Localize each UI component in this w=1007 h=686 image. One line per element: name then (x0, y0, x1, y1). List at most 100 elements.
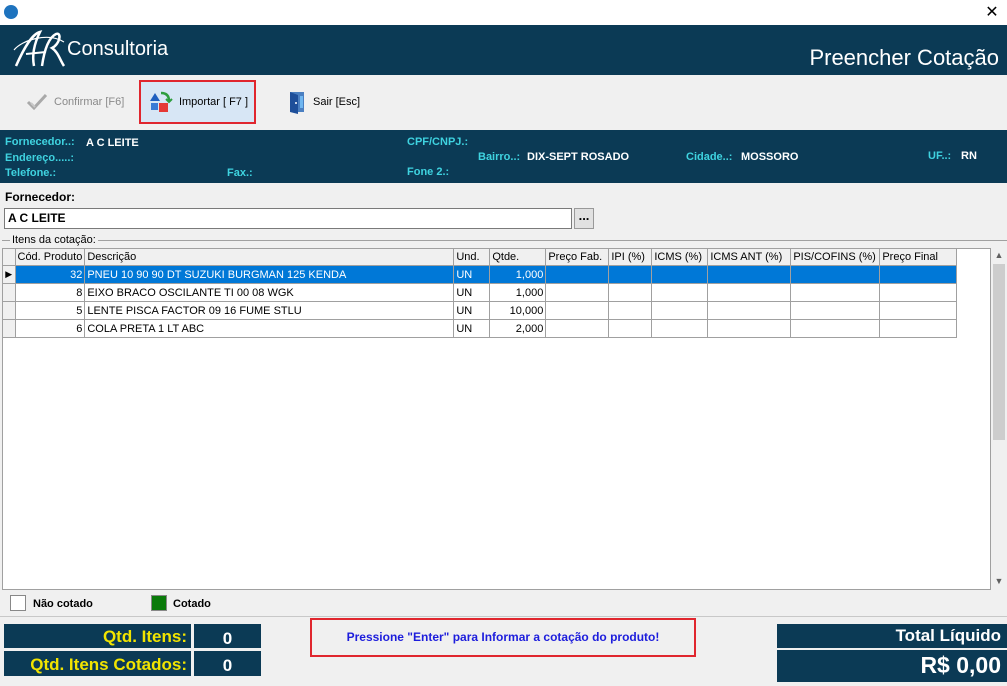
column-header[interactable]: PIS/COFINS (%) (790, 249, 881, 266)
cell-qtde[interactable]: 10,000 (489, 301, 547, 320)
cpf-cnpj-label: CPF/CNPJ.: (407, 136, 469, 148)
column-header[interactable]: Descrição (84, 249, 455, 266)
column-header[interactable]: Preço Fab. (545, 249, 610, 266)
cell-icms[interactable] (651, 283, 709, 302)
scroll-down-icon[interactable]: ▼ (991, 576, 1007, 586)
current-row-arrow-icon: ▶ (3, 265, 16, 284)
grid-header-row: Cód. Produto Descrição Und. Qtde. Preço … (3, 249, 958, 266)
indicator-column-header (3, 249, 16, 266)
cell-und[interactable]: UN (453, 319, 491, 338)
cell-icms-ant[interactable] (707, 265, 792, 284)
cell-preco-fab[interactable] (545, 319, 610, 338)
items-grid[interactable]: Cód. Produto Descrição Und. Qtde. Preço … (2, 248, 991, 590)
cell-pis-cofins[interactable] (790, 301, 881, 320)
confirm-button[interactable]: Confirmar [F6] (26, 83, 124, 121)
qtd-cotados-label: Qtd. Itens Cotados: (30, 655, 187, 674)
footer-divider (0, 616, 1007, 617)
cell-icms[interactable] (651, 265, 709, 284)
cell-und[interactable]: UN (453, 265, 491, 284)
column-header[interactable]: IPI (%) (608, 249, 653, 266)
column-header[interactable]: Und. (453, 249, 491, 266)
cell-codigo[interactable]: 32 (15, 265, 86, 284)
logo-icon (13, 30, 66, 67)
scrollbar-thumb[interactable] (993, 264, 1005, 440)
cell-preco-final[interactable] (879, 265, 958, 284)
items-group-label: Itens da cotação: (10, 234, 98, 246)
cell-preco-fab[interactable] (545, 265, 610, 284)
column-header[interactable]: ICMS ANT (%) (707, 249, 792, 266)
cell-icms-ant[interactable] (707, 301, 792, 320)
bairro-value: DIX-SEPT ROSADO (527, 151, 630, 163)
toolbar: Confirmar [F6] Importar [ F7 ] Sair [Esc… (0, 75, 1007, 130)
supplier-info-panel: Fornecedor..: A C LEITE CPF/CNPJ.: Ender… (0, 130, 1007, 183)
enter-hint-message: Pressione "Enter" para Informar a cotaçã… (310, 618, 696, 657)
endereco-label: Endereço.....: (5, 152, 75, 164)
cell-preco-final[interactable] (879, 319, 958, 338)
import-button[interactable]: Importar [ F7 ] (139, 80, 256, 124)
cell-preco-final[interactable] (879, 283, 958, 302)
qtd-cotados-value: 0 (222, 656, 233, 675)
column-header[interactable]: Qtde. (489, 249, 547, 266)
cidade-label: Cidade..: (686, 151, 733, 163)
qtd-itens-value: 0 (222, 629, 233, 648)
cell-preco-fab[interactable] (545, 283, 610, 302)
qtd-itens-label: Qtd. Itens: (102, 627, 187, 646)
row-indicator (3, 319, 16, 338)
fornecedor-info-value: A C LEITE (86, 137, 139, 149)
table-row[interactable]: ▶ 32 PNEU 10 90 90 DT SUZUKI BURGMAN 125… (3, 265, 958, 284)
cell-ipi[interactable] (608, 283, 653, 302)
cell-descricao[interactable]: LENTE PISCA FACTOR 09 16 FUME STLU (84, 301, 455, 320)
supplier-field-label: Fornecedor: (5, 190, 76, 204)
scroll-up-icon[interactable]: ▲ (991, 250, 1007, 260)
column-header[interactable]: Cód. Produto (15, 249, 86, 266)
quoted-swatch (151, 595, 167, 611)
table-row[interactable]: 6 COLA PRETA 1 LT ABC UN 2,000 (3, 319, 958, 338)
telefone-label: Telefone.: (5, 167, 57, 179)
page-title: Preencher Cotação (809, 45, 999, 70)
supplier-input[interactable]: A C LEITE (4, 208, 572, 229)
checkmark-icon (26, 93, 48, 111)
table-row[interactable]: 5 LENTE PISCA FACTOR 09 16 FUME STLU UN … (3, 301, 958, 320)
total-value-box: R$ 0,00 (777, 650, 1007, 682)
total-liquido-label: Total Líquido (895, 626, 1001, 645)
cell-qtde[interactable]: 1,000 (489, 283, 547, 302)
uf-value: RN (961, 150, 977, 162)
cell-preco-fab[interactable] (545, 301, 610, 320)
cell-pis-cofins[interactable] (790, 283, 881, 302)
row-indicator (3, 301, 16, 320)
cell-descricao[interactable]: PNEU 10 90 90 DT SUZUKI BURGMAN 125 KEND… (84, 265, 455, 284)
cell-und[interactable]: UN (453, 301, 491, 320)
cell-ipi[interactable] (608, 301, 653, 320)
fax-label: Fax.: (227, 167, 253, 179)
cell-qtde[interactable]: 2,000 (489, 319, 547, 338)
supplier-lookup-button[interactable]: ... (574, 208, 594, 229)
fornecedor-info-label: Fornecedor..: (5, 136, 75, 148)
cell-pis-cofins[interactable] (790, 265, 881, 284)
column-header[interactable]: ICMS (%) (651, 249, 709, 266)
cell-codigo[interactable]: 8 (15, 283, 86, 302)
cell-icms-ant[interactable] (707, 319, 792, 338)
table-row[interactable]: 8 EIXO BRACO OSCILANTE TI 00 08 WGK UN 1… (3, 283, 958, 302)
cell-qtde[interactable]: 1,000 (489, 265, 547, 284)
column-header[interactable]: Preço Final (879, 249, 958, 266)
app-header: Consultoria Preencher Cotação (0, 25, 1007, 75)
exit-button-label: Sair [Esc] (313, 96, 361, 108)
total-label-box: Total Líquido (777, 624, 1007, 648)
cell-ipi[interactable] (608, 319, 653, 338)
cell-pis-cofins[interactable] (790, 319, 881, 338)
not-quoted-swatch (10, 595, 26, 611)
cell-ipi[interactable] (608, 265, 653, 284)
cell-preco-final[interactable] (879, 301, 958, 320)
cell-codigo[interactable]: 6 (15, 319, 86, 338)
cell-und[interactable]: UN (453, 283, 491, 302)
cell-descricao[interactable]: COLA PRETA 1 LT ABC (84, 319, 455, 338)
cell-icms-ant[interactable] (707, 283, 792, 302)
close-button[interactable]: ✕ (980, 2, 1004, 23)
exit-button[interactable]: Sair [Esc] (287, 83, 360, 121)
cell-icms[interactable] (651, 301, 709, 320)
cell-codigo[interactable]: 5 (15, 301, 86, 320)
fone2-label: Fone 2.: (407, 166, 450, 178)
cell-icms[interactable] (651, 319, 709, 338)
row-indicator (3, 283, 16, 302)
cell-descricao[interactable]: EIXO BRACO OSCILANTE TI 00 08 WGK (84, 283, 455, 302)
